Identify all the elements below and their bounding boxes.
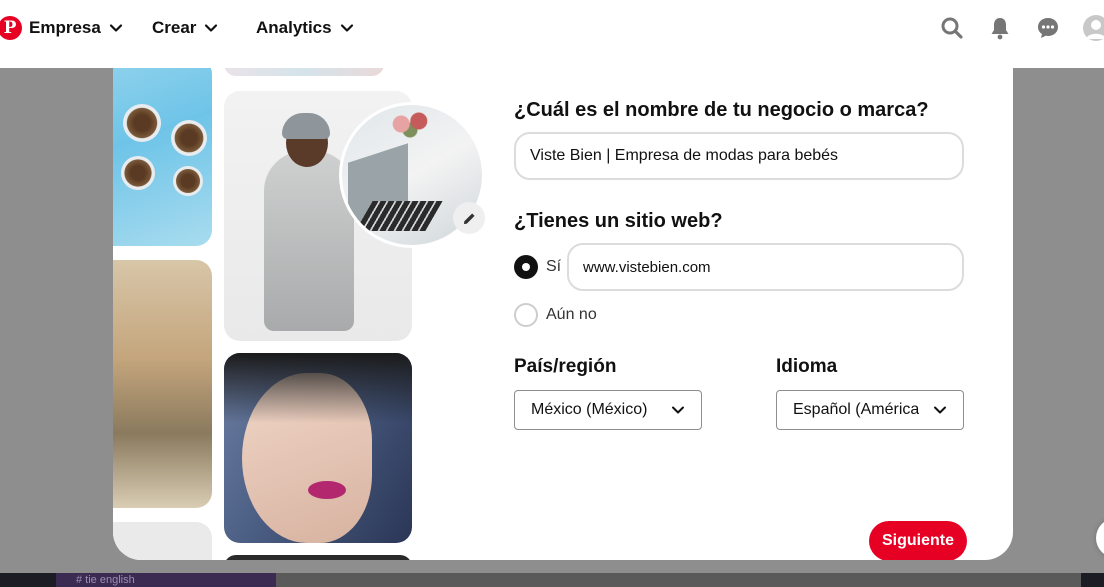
radio-website-not-yet[interactable]: Aún no — [514, 303, 597, 327]
radio-yes-label: Sí — [546, 258, 562, 275]
top-navigation: P Empresa Crear Analytics — [0, 0, 1104, 68]
next-button[interactable]: Siguiente — [869, 521, 967, 560]
nav-analytics-label: Analytics — [256, 18, 332, 37]
website-question: ¿Tienes un sitio web? — [514, 210, 723, 232]
nav-crear-menu[interactable]: Crear — [152, 18, 218, 38]
chevron-down-icon — [934, 406, 946, 414]
search-icon[interactable] — [940, 16, 964, 40]
language-select-value: Español (América — [793, 401, 920, 418]
language-select[interactable]: Español (América — [776, 390, 964, 430]
background-strip-text: # tie english — [56, 573, 276, 587]
radio-selected-icon[interactable] — [514, 255, 538, 279]
bell-icon[interactable] — [988, 16, 1012, 40]
avatar-icon[interactable] — [1083, 15, 1104, 41]
nav-empresa-label: Empresa — [29, 18, 101, 37]
chevron-down-icon — [340, 24, 353, 32]
background-strip-panel — [276, 573, 1081, 587]
partial-pin-image — [224, 68, 384, 76]
bedroom-pin-image — [113, 260, 212, 508]
decor-pin-image — [113, 522, 212, 560]
chevron-down-icon — [672, 406, 684, 414]
chevron-down-icon — [205, 24, 218, 32]
business-name-field[interactable]: Viste Bien | Empresa de modas para bebés — [514, 132, 964, 180]
country-label: País/región — [514, 356, 617, 377]
website-url-field[interactable]: www.vistebien.com — [567, 243, 964, 291]
pencil-icon — [463, 212, 475, 224]
radio-website-yes[interactable]: Sí — [514, 255, 561, 279]
business-setup-modal: ¿Cuál es el nombre de tu negocio o marca… — [113, 68, 1013, 560]
chat-icon[interactable] — [1036, 16, 1060, 40]
partial-pin-image-bottom — [224, 555, 412, 560]
food-pin-image — [113, 68, 212, 246]
radio-unselected-icon[interactable] — [514, 303, 538, 327]
scroll-help-button[interactable] — [1096, 518, 1104, 558]
language-label: Idioma — [776, 356, 838, 377]
business-name-question: ¿Cuál es el nombre de tu negocio o marca… — [514, 99, 929, 121]
country-select-value: México (México) — [531, 401, 648, 418]
country-select[interactable]: México (México) — [514, 390, 702, 430]
edit-photo-button[interactable] — [453, 202, 485, 234]
radio-no-label: Aún no — [546, 306, 597, 323]
background-strip: # tie english — [0, 573, 1104, 587]
chevron-down-icon — [109, 24, 122, 32]
nav-empresa-menu[interactable]: Empresa — [29, 18, 123, 38]
portrait-woman-pin-image — [224, 353, 412, 543]
pinterest-logo[interactable]: P — [0, 16, 22, 40]
nav-crear-label: Crear — [152, 18, 197, 37]
nav-analytics-menu[interactable]: Analytics — [256, 18, 354, 38]
